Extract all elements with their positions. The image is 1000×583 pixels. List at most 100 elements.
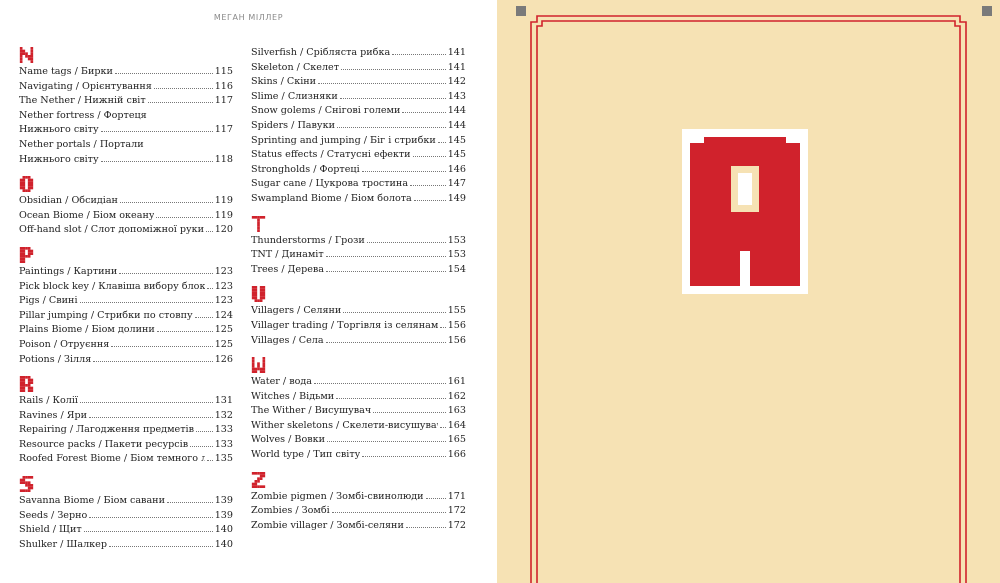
- entry-page-number: 117: [214, 124, 233, 136]
- entry-term: The Wither / Висушувач: [251, 405, 372, 417]
- index-entry: Savanna Biome / Біом савани 139: [19, 494, 233, 509]
- section-letter-z: Z: [251, 471, 266, 488]
- dot-leader: [339, 97, 446, 99]
- index-entry-line: Nether portals / Портали: [19, 138, 233, 153]
- section-letter-t: T: [251, 215, 266, 232]
- dot-leader: [100, 131, 213, 133]
- section-letter-w: W: [251, 357, 266, 374]
- index-entry: Paintings / Картини 123: [19, 265, 233, 280]
- entry-page-number: 139: [214, 495, 233, 507]
- index-entry: Silverfish / Срібляста рибка 141: [251, 46, 466, 61]
- dot-leader: [194, 316, 213, 318]
- index-entry: The Wither / Висушувач 163: [251, 404, 466, 419]
- dot-leader: [190, 445, 213, 447]
- section-letter-r: R: [19, 376, 34, 393]
- index-entry: Resource packs / Пакети ресурсів 133: [19, 438, 233, 453]
- index-section: R Rails / Колії 131 Ravines / Яри 132 Repairi…: [19, 376, 233, 467]
- index-column-left: N Name tags / Бирки 115 Navigating / Орієнт…: [19, 47, 233, 561]
- entry-page-number: 119: [214, 209, 233, 221]
- index-entry: Seeds / Зерно 139: [19, 509, 233, 524]
- entry-term: Rails / Колії: [19, 395, 78, 407]
- entry-term: Villager trading / Торгівля із селянами: [251, 319, 438, 331]
- index-entry: Plains Biome / Біом долини 125: [19, 323, 233, 338]
- dot-leader: [79, 302, 213, 304]
- dot-leader: [83, 531, 213, 533]
- dot-leader: [410, 185, 446, 187]
- entry-term: Obsidian / Обсидіан: [19, 195, 118, 207]
- index-entry: Witches / Відьми 162: [251, 390, 466, 405]
- section-letter-u: U: [251, 286, 266, 303]
- entry-page-number: 125: [214, 338, 233, 350]
- entry-term: Savanna Biome / Біом савани: [19, 495, 165, 507]
- dot-leader: [114, 73, 213, 74]
- section-letter-n: N: [19, 47, 34, 63]
- entry-term: Zombie pigmen / Зомбі-свинолюди: [251, 490, 424, 502]
- entry-term: Trees / Дерева: [251, 263, 325, 275]
- entry-term: Poison / Отруєння: [19, 338, 110, 350]
- index-section: SSavanna Biome / Біом савани139Seeds / З…: [19, 476, 233, 552]
- index-entry: Water / вода 161: [251, 375, 466, 390]
- index-entry: Navigating / Орієнтування 116: [19, 80, 233, 95]
- index-entry: Off-hand slot / Слот допоміжної руки 120: [19, 223, 233, 238]
- entry-page-number: 165: [447, 434, 466, 446]
- entry-term: Ocean Biome / Біом океану: [19, 209, 155, 221]
- index-section: PPaintings / Картини123Pick block key / …: [19, 246, 233, 368]
- entry-page-number: 164: [447, 419, 466, 431]
- index-entry: Sprinting and jumping / Біг і стрибки 145: [251, 134, 466, 149]
- entry-page-number: 147: [447, 178, 466, 190]
- entry-page-number: 120: [214, 224, 233, 236]
- index-section: U Villagers / Селяни 155 Villager trading /…: [251, 286, 466, 348]
- dot-leader: [119, 272, 213, 274]
- entry-term: Strongholds / Фортеці: [251, 163, 360, 175]
- entry-term: Sprinting and jumping / Біг і стрибки: [251, 134, 436, 146]
- index-page: МЕГАН МІЛЛЕР N Name tags / Бирки 115 Naviga…: [0, 0, 497, 583]
- index-entry: Rails / Колії 131: [19, 394, 233, 409]
- book-spread: МЕГАН МІЛЛЕР N Name tags / Бирки 115 Naviga…: [0, 0, 1000, 583]
- index-section: Silverfish / Срібляста рибка 141 Skeleton …: [251, 46, 466, 207]
- index-entry: Zombie pigmen / Зомбі-свинолюди 171: [251, 490, 466, 505]
- dot-leader: [153, 87, 213, 89]
- dot-leader: [412, 156, 446, 158]
- index-entry: Villages / Села 156: [251, 334, 466, 349]
- index-entry: World type / Тип світу 166: [251, 448, 466, 463]
- dot-leader: [89, 516, 213, 518]
- entry-page-number: 145: [447, 134, 466, 146]
- dot-leader: [325, 256, 446, 258]
- entry-page-number: 166: [447, 449, 466, 461]
- entry-term: Snow golems / Снігові големи: [251, 105, 401, 117]
- dot-leader: [100, 160, 213, 162]
- index-entry: Potions / Зілля 126: [19, 353, 233, 368]
- index-entry: Shield / Щит 140: [19, 523, 233, 538]
- entry-page-number: 144: [447, 119, 466, 131]
- index-entry: Нижнього світу 117: [19, 123, 233, 138]
- dot-leader: [439, 326, 446, 328]
- dot-leader: [361, 170, 446, 172]
- entry-page-number: 131: [214, 395, 233, 407]
- index-entry: Villager trading / Торгівля із селянами 1…: [251, 319, 466, 334]
- entry-term: Seeds / Зерно: [19, 509, 88, 521]
- dot-leader: [402, 112, 446, 114]
- index-entry: Zombies / Зомбі 172: [251, 504, 466, 519]
- entry-page-number: 124: [214, 309, 233, 321]
- dot-leader: [108, 545, 213, 547]
- dot-leader: [119, 202, 213, 204]
- index-entry: Repairing / Лагодження предметів 133: [19, 423, 233, 438]
- entry-page-number: 154: [447, 263, 466, 275]
- dot-leader: [405, 526, 446, 528]
- entry-term: Name tags / Бирки: [19, 66, 113, 77]
- entry-term: Status effects / Статусні ефекти: [251, 149, 411, 161]
- dot-leader: [336, 126, 446, 128]
- entry-page-number: 156: [447, 319, 466, 331]
- entry-page-number: 141: [447, 61, 466, 73]
- dot-leader: [206, 231, 213, 233]
- entry-term: Slime / Слизняки: [251, 90, 338, 102]
- dot-leader: [93, 360, 213, 362]
- index-entry: The Nether / Нижній світ 117: [19, 94, 233, 109]
- dot-leader: [206, 287, 213, 289]
- index-entry: Skeleton / Скелет 141: [251, 61, 466, 76]
- entry-page-number: 163: [447, 405, 466, 417]
- dot-leader: [336, 397, 446, 399]
- index-entry: Spiders / Павуки 144: [251, 119, 466, 134]
- entry-page-number: 116: [214, 80, 233, 92]
- entry-page-number: 162: [447, 390, 466, 402]
